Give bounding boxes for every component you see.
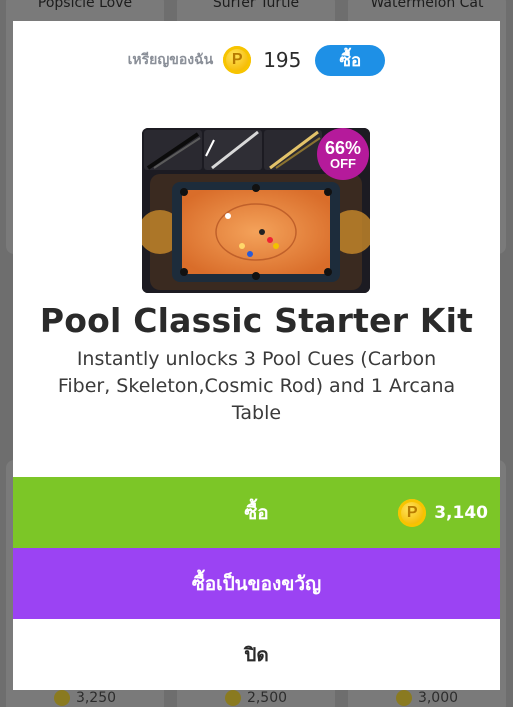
buy-as-gift-button[interactable]: ซื้อเป็นของขวัญ (13, 548, 500, 619)
shop-card-price: 2,500 (177, 690, 335, 706)
shop-card-title: Watermelon Cat (370, 0, 484, 11)
shop-card-title: Surfer Turtle (212, 0, 300, 11)
shop-card-price: 3,000 (348, 690, 506, 706)
discount-off-label: OFF (330, 155, 356, 171)
coin-balance-bar: เหรียญของฉัน P 195 ซื้อ (13, 21, 500, 99)
discount-percent: 66% (324, 137, 362, 158)
buy-price: P 3,140 (398, 477, 488, 548)
buy-button[interactable]: ซื้อ P 3,140 (13, 477, 500, 548)
shop-card-title: Popsicle Love (37, 0, 133, 11)
product-description: Instantly unlocks 3 Pool Cues (Carbon Fi… (57, 348, 456, 424)
coin-balance: 195 (263, 48, 302, 72)
discount-badge: 66% OFF (317, 128, 369, 180)
shop-card-price: 3,250 (6, 690, 164, 706)
coin-icon: P (398, 498, 427, 527)
coin-icon: P (223, 46, 252, 74)
close-button[interactable]: ปิด (13, 619, 500, 690)
coin-icon (53, 690, 70, 706)
product-title: Pool Classic Starter Kit (39, 301, 474, 340)
coin-icon (395, 690, 412, 706)
price-value: 3,140 (434, 502, 488, 523)
my-coins-label: เหรียญของฉัน (127, 52, 214, 68)
buy-coins-button[interactable]: ซื้อ (315, 44, 386, 76)
coin-icon (224, 690, 241, 706)
purchase-dialog: เหรียญของฉัน P 195 ซื้อ 66% OFF Pool Cla… (13, 21, 500, 690)
